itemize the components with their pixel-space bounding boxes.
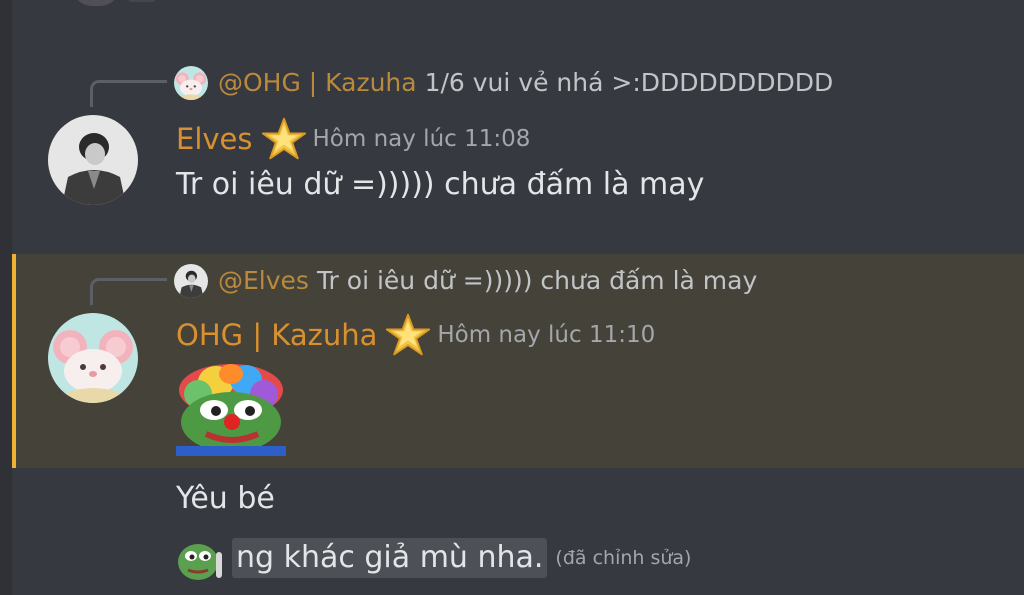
reply-preview[interactable]: @OHG | Kazuha 1/6 vui vẻ nhá >:DDDDDDDDD… <box>174 66 833 100</box>
author-username[interactable]: OHG | Kazuha <box>176 317 377 353</box>
elves-avatar-icon[interactable] <box>48 115 138 205</box>
reply-preview[interactable]: @Elves Tr oi iêu dữ =))))) chưa đấm là m… <box>174 264 757 298</box>
elves-avatar-icon <box>174 264 208 298</box>
message-header: OHG | Kazuha Hôm nay lúc 11:10 <box>176 312 655 358</box>
highlighted-text: ng khác giả mù nha. <box>232 538 548 578</box>
reply-text[interactable]: 1/6 vui vẻ nhá >:DDDDDDDDDD <box>425 68 834 98</box>
message-kazuha-highlighted[interactable]: @Elves Tr oi iêu dữ =))))) chưa đấm là m… <box>12 254 1024 468</box>
reply-connector <box>90 278 167 305</box>
mouse-avatar-icon[interactable] <box>48 313 138 403</box>
continuation-line-1: Yêu bé <box>176 481 275 516</box>
edited-label: (đã chỉnh sửa) <box>555 547 692 569</box>
clown-pepe-emoji[interactable] <box>176 360 286 456</box>
channel-left-edge <box>0 0 12 595</box>
previous-avatar-fragment <box>72 0 120 6</box>
message-timestamp: Hôm nay lúc 11:08 <box>312 126 531 152</box>
previous-message-fragment <box>128 0 156 2</box>
continuation-line-2: ng khác giả mù nha. (đã chỉnh sửa) <box>176 532 691 584</box>
message-elves[interactable]: @OHG | Kazuha 1/6 vui vẻ nhá >:DDDDDDDDD… <box>12 52 1024 250</box>
message-header: Elves Hôm nay lúc 11:08 <box>176 116 530 162</box>
reply-connector <box>90 80 167 107</box>
pepe-emoji[interactable] <box>176 532 228 584</box>
reply-text[interactable]: Tr oi iêu dữ =))))) chưa đấm là may <box>317 266 757 296</box>
star-badge-icon <box>261 116 307 162</box>
reply-author-mention[interactable]: @OHG | Kazuha <box>218 68 417 98</box>
star-badge-icon <box>385 312 431 358</box>
reply-author-mention[interactable]: @Elves <box>218 266 309 296</box>
mouse-avatar-icon <box>174 66 208 100</box>
message-continuation[interactable]: Yêu bé ng khác giả mù nha. (đã chỉnh sửa… <box>12 470 1024 595</box>
author-username[interactable]: Elves <box>176 121 253 157</box>
message-content: Tr oi iêu dữ =))))) chưa đấm là may <box>176 167 705 202</box>
message-timestamp: Hôm nay lúc 11:10 <box>437 322 656 348</box>
